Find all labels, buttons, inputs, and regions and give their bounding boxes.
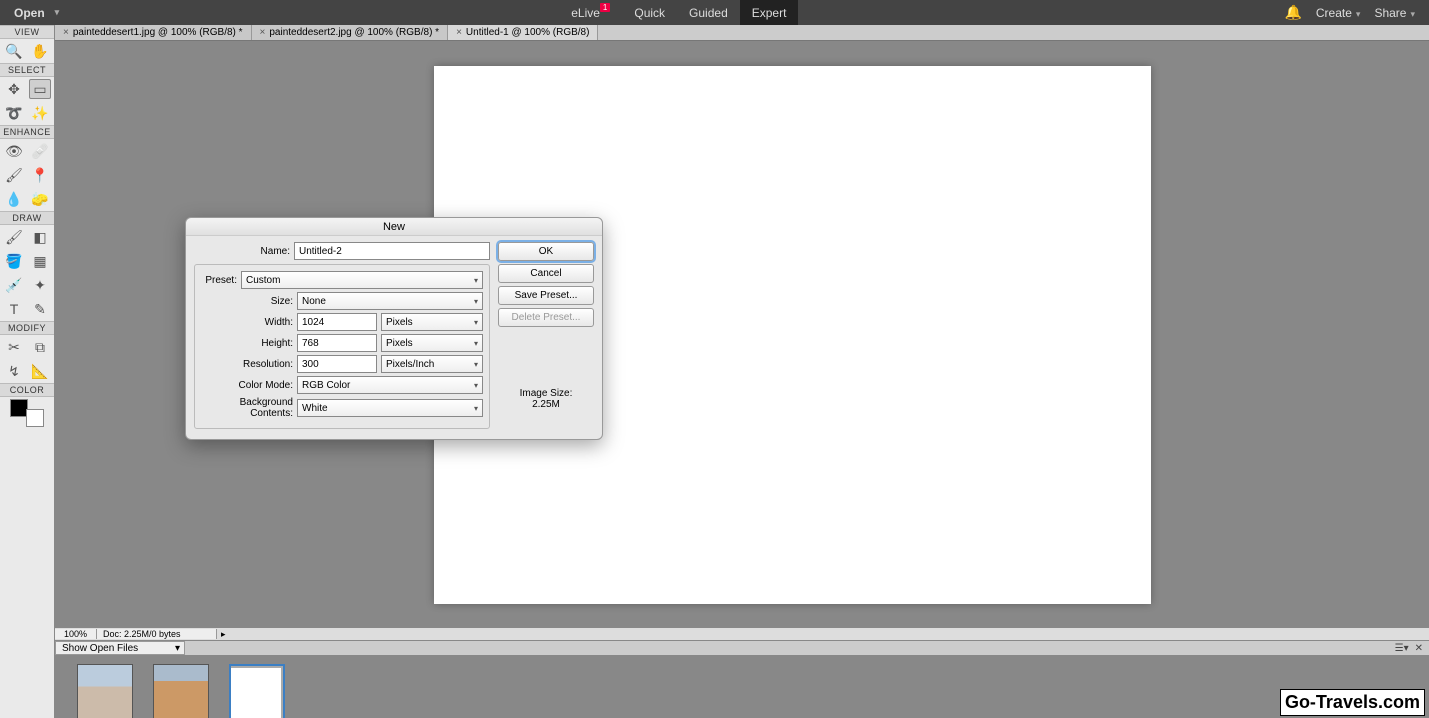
resolution-label: Resolution: xyxy=(197,359,293,370)
redeye-tool-icon[interactable]: 👁 xyxy=(3,141,25,161)
name-label: Name: xyxy=(194,246,290,257)
crop-tool-icon[interactable]: ✂ xyxy=(3,337,25,357)
lasso-tool-icon[interactable]: ➰ xyxy=(3,103,25,123)
notifications-icon[interactable]: 🔔 xyxy=(1284,4,1301,21)
save-preset-button[interactable]: Save Preset... xyxy=(498,286,594,305)
cancel-button[interactable]: Cancel xyxy=(498,264,594,283)
ok-button[interactable]: OK xyxy=(498,242,594,261)
watermark: Go-Travels.com xyxy=(1280,689,1425,716)
width-label: Width: xyxy=(197,317,293,328)
close-icon[interactable]: × xyxy=(63,27,69,38)
elive-badge: 1 xyxy=(600,3,610,12)
new-document-dialog: New Name: Preset: Custom xyxy=(185,217,603,440)
mode-quick[interactable]: Quick xyxy=(622,0,677,25)
hand-tool-icon[interactable]: ✋ xyxy=(29,41,51,61)
recompose-tool-icon[interactable]: ⧉ xyxy=(29,337,51,357)
color-mode-dropdown[interactable]: RGB Color xyxy=(297,376,483,394)
bg-contents-dropdown[interactable]: White xyxy=(297,399,483,417)
mode-elive[interactable]: eLive1 xyxy=(559,0,622,25)
tools-draw-header: DRAW xyxy=(0,211,54,225)
clone-stamp-tool-icon[interactable]: 📍 xyxy=(29,165,51,185)
preset-label: Preset: xyxy=(197,275,237,286)
height-unit-dropdown[interactable]: Pixels xyxy=(381,334,483,352)
content-aware-tool-icon[interactable]: ↯ xyxy=(3,361,25,381)
gradient-tool-icon[interactable]: ▦ xyxy=(29,251,51,271)
color-mode-label: Color Mode: xyxy=(197,380,293,391)
eraser-tool-icon[interactable]: ◧ xyxy=(29,227,51,247)
brush-tool-icon[interactable]: 🖌 xyxy=(3,227,25,247)
move-tool-icon[interactable]: ✥ xyxy=(3,79,25,99)
bg-contents-label: Background Contents: xyxy=(197,397,293,419)
create-menu[interactable]: Create xyxy=(1316,6,1361,20)
marquee-tool-icon[interactable]: ▭ xyxy=(29,79,51,99)
close-icon[interactable]: × xyxy=(456,27,462,38)
color-swatches[interactable] xyxy=(10,399,44,427)
mode-guided[interactable]: Guided xyxy=(677,0,740,25)
mode-expert[interactable]: Expert xyxy=(740,0,799,25)
text-tool-icon[interactable]: T xyxy=(3,299,25,319)
tools-enhance-header: ENHANCE xyxy=(0,125,54,139)
dialog-title: New xyxy=(186,218,602,236)
tools-panel: VIEW 🔍✋ SELECT ✥▭ ➰✨ ENHANCE 👁🩹 🖌📍 💧🧽 DR… xyxy=(0,25,55,718)
size-label: Size: xyxy=(197,296,293,307)
magic-wand-tool-icon[interactable]: ✨ xyxy=(29,103,51,123)
zoom-tool-icon[interactable]: 🔍 xyxy=(3,41,25,61)
share-menu[interactable]: Share xyxy=(1374,6,1415,20)
name-input[interactable] xyxy=(294,242,490,260)
doc-tab-2[interactable]: ×painteddesert2.jpg @ 100% (RGB/8) * xyxy=(252,25,449,40)
sponge-tool-icon[interactable]: 🧽 xyxy=(29,189,51,209)
show-open-files-dropdown[interactable]: Show Open Files▾ xyxy=(55,641,185,655)
preset-dropdown[interactable]: Custom xyxy=(241,271,483,289)
image-size-label: Image Size: xyxy=(498,388,594,399)
doc-tab-1[interactable]: ×painteddesert1.jpg @ 100% (RGB/8) * xyxy=(55,25,252,40)
top-menu-bar: Open eLive1 Quick Guided Expert 🔔 Create… xyxy=(0,0,1429,25)
tools-view-header: VIEW xyxy=(0,25,54,39)
resolution-unit-dropdown[interactable]: Pixels/Inch xyxy=(381,355,483,373)
width-unit-dropdown[interactable]: Pixels xyxy=(381,313,483,331)
delete-preset-button: Delete Preset... xyxy=(498,308,594,327)
open-menu[interactable]: Open xyxy=(0,6,73,20)
status-bar: 100% Doc: 2.25M/0 bytes ▸ xyxy=(55,627,1429,640)
document-tabs: ×painteddesert1.jpg @ 100% (RGB/8) * ×pa… xyxy=(55,25,1429,41)
doc-tab-3[interactable]: ×Untitled-1 @ 100% (RGB/8) xyxy=(448,25,598,40)
zoom-value[interactable]: 100% xyxy=(55,629,97,639)
straighten-tool-icon[interactable]: 📐 xyxy=(29,361,51,381)
width-input[interactable] xyxy=(297,313,377,331)
height-input[interactable] xyxy=(297,334,377,352)
thumbnail-2[interactable] xyxy=(153,664,209,718)
tools-color-header: COLOR xyxy=(0,383,54,397)
smart-brush-tool-icon[interactable]: 🖌 xyxy=(3,165,25,185)
resolution-input[interactable] xyxy=(297,355,377,373)
panel-close-icon[interactable]: ✕ xyxy=(1415,643,1423,654)
status-popup-icon[interactable]: ▸ xyxy=(217,629,230,640)
height-label: Height: xyxy=(197,338,293,349)
shape-tool-icon[interactable]: ✦ xyxy=(29,275,51,295)
image-size-value: 2.25M xyxy=(498,399,594,410)
close-icon[interactable]: × xyxy=(260,27,266,38)
open-files-thumbnails xyxy=(55,656,1429,718)
tools-select-header: SELECT xyxy=(0,63,54,77)
pencil-tool-icon[interactable]: ✎ xyxy=(29,299,51,319)
doc-size: Doc: 2.25M/0 bytes xyxy=(97,629,217,639)
thumbnail-3[interactable] xyxy=(229,664,285,718)
open-files-bar: Show Open Files▾ ☰▾ ✕ xyxy=(55,640,1429,656)
panel-layout-icon[interactable]: ☰▾ xyxy=(1395,643,1409,654)
tools-modify-header: MODIFY xyxy=(0,321,54,335)
blur-tool-icon[interactable]: 💧 xyxy=(3,189,25,209)
size-dropdown[interactable]: None xyxy=(297,292,483,310)
paint-bucket-tool-icon[interactable]: 🪣 xyxy=(3,251,25,271)
canvas-area[interactable]: New Name: Preset: Custom xyxy=(55,41,1429,627)
healing-tool-icon[interactable]: 🩹 xyxy=(29,141,51,161)
eyedropper-tool-icon[interactable]: 💉 xyxy=(3,275,25,295)
thumbnail-1[interactable] xyxy=(77,664,133,718)
